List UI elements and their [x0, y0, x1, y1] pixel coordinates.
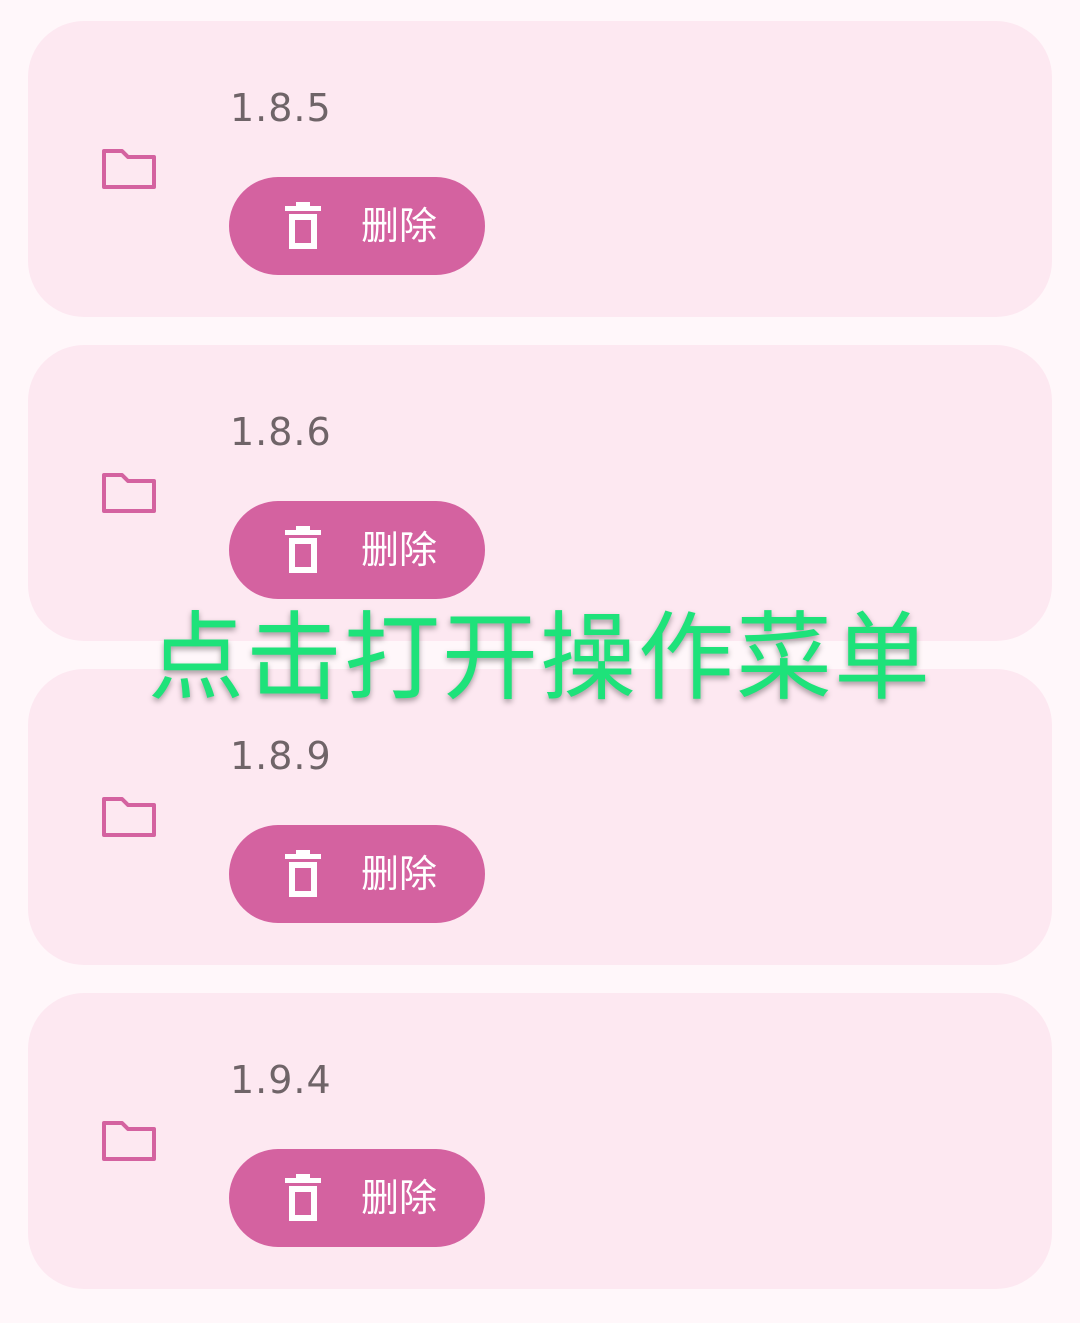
list-item[interactable]: 1.8.6 删除	[28, 345, 1052, 641]
folder-icon	[100, 469, 158, 515]
trash-icon	[283, 1173, 323, 1223]
delete-button[interactable]: 删除	[229, 1149, 485, 1247]
delete-button-label: 删除	[361, 204, 438, 248]
delete-button[interactable]: 删除	[229, 501, 485, 599]
delete-button-label: 删除	[361, 528, 438, 572]
delete-button-label: 删除	[361, 1176, 438, 1220]
folder-icon	[100, 1117, 158, 1163]
folder-icon	[100, 793, 158, 839]
trash-icon	[283, 525, 323, 575]
delete-button-label: 删除	[361, 852, 438, 896]
version-list: 1.8.5 删除 1.8.6 删除 1.8.9 删除 1.9.4 删除	[0, 0, 1080, 1323]
version-label: 1.8.9	[230, 734, 332, 778]
delete-button[interactable]: 删除	[229, 825, 485, 923]
version-label: 1.8.6	[230, 410, 332, 454]
delete-button[interactable]: 删除	[229, 177, 485, 275]
list-item[interactable]: 1.8.9 删除	[28, 669, 1052, 965]
version-label: 1.9.4	[230, 1058, 332, 1102]
list-item[interactable]: 1.8.5 删除	[28, 21, 1052, 317]
list-item[interactable]: 1.9.4 删除	[28, 993, 1052, 1289]
version-label: 1.8.5	[230, 86, 332, 130]
trash-icon	[283, 201, 323, 251]
trash-icon	[283, 849, 323, 899]
folder-icon	[100, 145, 158, 191]
